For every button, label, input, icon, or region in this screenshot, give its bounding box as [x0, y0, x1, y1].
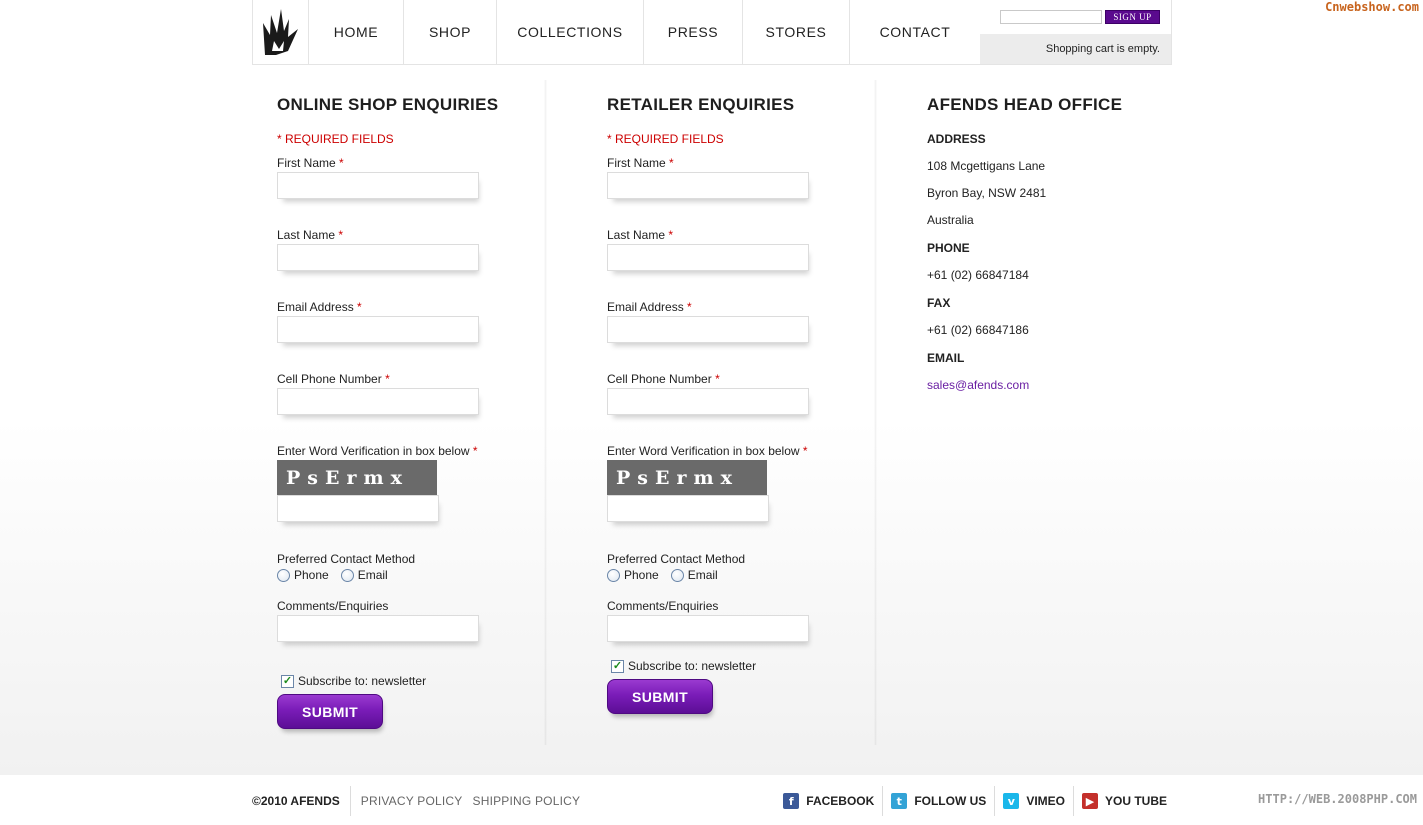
youtube-icon: ▶ — [1081, 793, 1098, 809]
last-name-input[interactable] — [277, 244, 479, 271]
captcha-image: PsErmx — [607, 460, 767, 495]
first-name-input[interactable] — [607, 172, 809, 199]
phone-option-label: Phone — [294, 568, 329, 582]
first-name-input[interactable] — [277, 172, 479, 199]
captcha-image: PsErmx — [277, 460, 437, 495]
address-line: Byron Bay, NSW 2481 — [927, 186, 1047, 200]
retailer-form-title: RETAILER ENQUIRIES — [607, 95, 795, 114]
subscribe-checkbox[interactable]: ✓ — [611, 659, 624, 673]
cell-phone-label: Cell Phone Number * — [277, 372, 390, 386]
office-title: AFENDS HEAD OFFICE — [927, 95, 1123, 114]
twitter-link[interactable]: t FOLLOW US — [883, 786, 996, 816]
online-submit-button[interactable]: SUBMIT — [277, 694, 383, 729]
vimeo-link[interactable]: v VIMEO — [995, 786, 1074, 816]
signup-button[interactable]: SIGN UP — [1105, 10, 1160, 24]
contact-method-options: Phone Email — [277, 568, 517, 582]
comments-label: Comments/Enquiries — [277, 599, 389, 613]
office-email-link[interactable]: sales@afends.com — [927, 378, 1029, 392]
site-footer: ©2010 AFENDS PRIVACY POLICY SHIPPING POL… — [0, 775, 1423, 825]
subscribe-row: ✓ Subscribe to: newsletter — [281, 671, 517, 691]
cell-phone-input[interactable] — [607, 388, 809, 415]
subscribe-checkbox[interactable]: ✓ — [281, 674, 294, 688]
nav-shop[interactable]: SHOP — [404, 0, 497, 64]
first-name-label: First Name * — [607, 156, 674, 170]
phone-number: +61 (02) 66847184 — [927, 268, 1029, 282]
social-links: f FACEBOOK t FOLLOW US v VIMEO ▶ YOU TUB… — [775, 786, 1172, 816]
afends-logo[interactable] — [253, 0, 309, 64]
subscribe-row: ✓ Subscribe to: newsletter — [611, 656, 847, 676]
last-name-label: Last Name * — [607, 228, 674, 242]
fax-label: FAX — [927, 296, 951, 310]
site-header: HOME SHOP COLLECTIONS PRESS STORES CONTA… — [252, 0, 1172, 65]
contact-method-label: Preferred Contact Method — [607, 552, 746, 566]
cell-phone-input[interactable] — [277, 388, 479, 415]
required-note: * REQUIRED FIELDS — [277, 132, 394, 146]
online-shop-form: ONLINE SHOP ENQUIRIES * REQUIRED FIELDS … — [277, 95, 517, 729]
captcha-input[interactable] — [277, 495, 439, 522]
comments-input[interactable] — [277, 615, 479, 642]
privacy-policy-link[interactable]: PRIVACY POLICY — [361, 794, 463, 808]
column-divider — [544, 80, 547, 745]
address-line: Australia — [927, 213, 974, 227]
required-note: * REQUIRED FIELDS — [607, 132, 724, 146]
nav-collections[interactable]: COLLECTIONS — [497, 0, 644, 64]
vimeo-icon: v — [1003, 793, 1020, 809]
column-divider — [874, 80, 877, 745]
newsletter-signup: SIGN UP — [980, 0, 1171, 34]
email-label: EMAIL — [927, 351, 965, 365]
captcha-input[interactable] — [607, 495, 769, 522]
email-input[interactable] — [277, 316, 479, 343]
phone-radio[interactable] — [607, 568, 620, 582]
retailer-submit-button[interactable]: SUBMIT — [607, 679, 713, 714]
first-name-label: First Name * — [277, 156, 344, 170]
watermark-top: Cnwebshow.com — [1325, 0, 1419, 14]
nav-home[interactable]: HOME — [309, 0, 404, 64]
email-radio[interactable] — [670, 568, 684, 582]
watermark-bottom: HTTP://WEB.2008PHP.COM — [1258, 792, 1417, 806]
retailer-form: RETAILER ENQUIRIES * REQUIRED FIELDS Fir… — [607, 95, 847, 714]
crown-logo-icon — [262, 9, 298, 55]
nav-stores[interactable]: STORES — [743, 0, 850, 64]
facebook-icon: f — [783, 793, 800, 809]
nav-contact[interactable]: CONTACT — [850, 0, 981, 64]
cell-phone-label: Cell Phone Number * — [607, 372, 720, 386]
main-nav: HOME SHOP COLLECTIONS PRESS STORES CONTA… — [309, 0, 981, 64]
online-form-title: ONLINE SHOP ENQUIRIES — [277, 95, 499, 114]
copyright: ©2010 AFENDS — [252, 786, 351, 816]
signup-email-input[interactable] — [1000, 10, 1102, 24]
subscribe-label: Subscribe to: newsletter — [298, 674, 427, 688]
cart-panel: SIGN UP Shopping cart is empty. — [980, 0, 1171, 64]
head-office-info: AFENDS HEAD OFFICE ADDRESS 108 Mcgettiga… — [927, 95, 1167, 406]
contact-method-label: Preferred Contact Method — [277, 552, 416, 566]
nav-press[interactable]: PRESS — [644, 0, 743, 64]
address-label: ADDRESS — [927, 132, 986, 146]
last-name-input[interactable] — [607, 244, 809, 271]
youtube-link[interactable]: ▶ YOU TUBE — [1074, 786, 1172, 816]
email-label: Email Address * — [607, 300, 692, 314]
email-option-label: Email — [357, 568, 388, 582]
verification-label: Enter Word Verification in box below * — [277, 444, 478, 458]
cart-status: Shopping cart is empty. — [980, 34, 1171, 64]
comments-label: Comments/Enquiries — [607, 599, 719, 613]
email-label: Email Address * — [277, 300, 362, 314]
fax-number: +61 (02) 66847186 — [927, 323, 1029, 337]
phone-label: PHONE — [927, 241, 970, 255]
email-input[interactable] — [607, 316, 809, 343]
subscribe-label: Subscribe to: newsletter — [628, 659, 757, 673]
phone-option-label: Phone — [624, 568, 659, 582]
email-option-label: Email — [687, 568, 718, 582]
verification-label: Enter Word Verification in box below * — [607, 444, 808, 458]
shipping-policy-link[interactable]: SHIPPING POLICY — [473, 794, 581, 808]
last-name-label: Last Name * — [277, 228, 344, 242]
email-radio[interactable] — [340, 568, 354, 582]
twitter-icon: t — [891, 793, 908, 809]
address-line: 108 Mcgettigans Lane — [927, 159, 1046, 173]
comments-input[interactable] — [607, 615, 809, 642]
contact-method-options: Phone Email — [607, 568, 847, 582]
facebook-link[interactable]: f FACEBOOK — [775, 786, 884, 816]
phone-radio[interactable] — [277, 568, 290, 582]
